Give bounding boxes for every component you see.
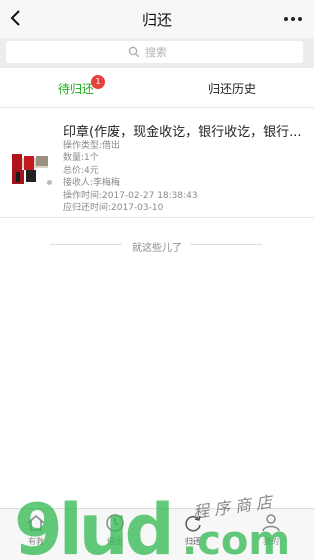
more-button[interactable] — [280, 13, 302, 25]
item-details: 操作类型:借出 数量:1个 总价:4元 接收人:李梅梅 操作时间:2017-02… — [63, 140, 198, 214]
tab-pending-return[interactable]: 待归还 — [58, 80, 94, 97]
search-icon — [128, 46, 140, 58]
search-input[interactable] — [145, 45, 181, 59]
page-title: 归还 — [141, 11, 172, 29]
person-icon — [262, 514, 280, 532]
operation-type: 操作类型:借出 — [63, 141, 121, 151]
total-price: 总价:4元 — [63, 165, 99, 176]
divider-line — [190, 244, 262, 245]
divider-line — [50, 244, 122, 245]
bottom-tab-bar: 有救 借出 归还 我的 — [0, 508, 314, 560]
quantity: 数量:1个 — [63, 153, 99, 164]
tabbar-label: 归还 — [185, 537, 201, 546]
list-item[interactable]: 印章(作废，现金收讫，银行收讫，银行... 操作类型:借出 数量:1个 总价:4… — [0, 110, 314, 218]
more-dot-icon — [298, 17, 302, 21]
refresh-icon — [185, 515, 201, 532]
tabbar-label: 我的 — [263, 537, 279, 546]
tabbar-item-home[interactable]: 有救 — [6, 512, 66, 558]
tabbar-item-return[interactable]: 归还 — [163, 512, 223, 558]
more-dot-icon — [284, 17, 288, 21]
item-title: 印章(作废，现金收讫，银行收讫，银行... — [63, 125, 302, 140]
due-return-time: 应归还时间:2017-03-10 — [63, 203, 164, 214]
top-bar: 归还 — [0, 0, 314, 38]
end-of-list-note: 就这些儿了 — [0, 236, 314, 254]
search-box[interactable] — [6, 41, 303, 63]
tabbar-label: 借出 — [107, 537, 123, 546]
clock-icon — [106, 514, 124, 532]
tab-return-history[interactable]: 归还历史 — [208, 80, 256, 97]
search-bar — [0, 38, 314, 68]
home-icon — [27, 515, 45, 531]
tab-bar: 待归还 1 归还历史 — [0, 68, 314, 108]
tabbar-item-me[interactable]: 我的 — [241, 512, 301, 558]
end-of-list-text: 就这些儿了 — [132, 243, 182, 254]
more-dot-icon — [291, 17, 295, 21]
operation-time: 操作时间:2017-02-27 18:38:43 — [63, 190, 198, 201]
receiver: 接收人:李梅梅 — [63, 178, 121, 189]
pending-count-badge: 1 — [91, 75, 105, 89]
status-dot — [47, 180, 52, 185]
tabbar-item-lend[interactable]: 借出 — [85, 512, 145, 558]
tabbar-label: 有救 — [28, 537, 44, 546]
